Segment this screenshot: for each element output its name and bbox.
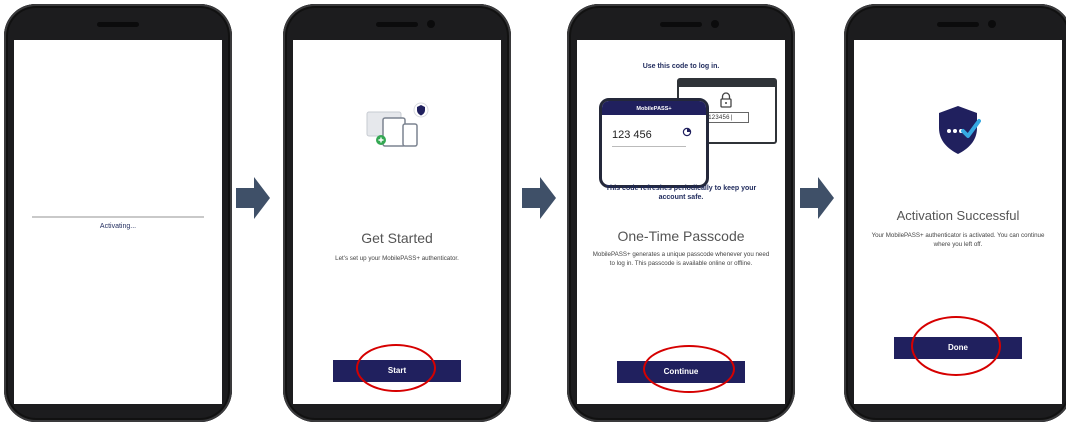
divider xyxy=(612,146,686,147)
screen-passcode: Use this code to log in. 123456| MobileP… xyxy=(577,40,785,404)
browser-titlebar xyxy=(679,80,775,87)
passcode-title: One-Time Passcode xyxy=(617,228,745,244)
passcode-description: MobilePASS+ generates a unique passcode … xyxy=(592,251,770,267)
shield-check-icon xyxy=(939,106,981,154)
phone-get-started: Get Started Let's set up your MobilePASS… xyxy=(283,4,511,422)
phone-illustration: MobilePASS+ 123 456 xyxy=(599,98,709,188)
progress-bar xyxy=(32,216,204,218)
browser-code-field: 123456| xyxy=(705,112,749,123)
highlight-circle xyxy=(643,345,735,393)
success-description: Your MobilePASS+ authenticator is activa… xyxy=(871,232,1045,248)
arrow-right-icon xyxy=(236,177,270,219)
highlight-circle xyxy=(356,344,436,392)
passcode-heading: Use this code to log in. xyxy=(642,63,720,70)
phone-success: Activation Successful Your MobilePASS+ a… xyxy=(844,4,1066,422)
lock-icon xyxy=(720,92,732,108)
speaker xyxy=(97,22,139,27)
screen-activating: Activating... xyxy=(14,40,222,404)
get-started-description: Let's set up your MobilePASS+ authentica… xyxy=(335,255,459,262)
screen-success: Activation Successful Your MobilePASS+ a… xyxy=(854,40,1062,404)
speaker xyxy=(376,22,418,27)
screen-get-started: Get Started Let's set up your MobilePASS… xyxy=(293,40,501,404)
success-title: Activation Successful xyxy=(896,208,1020,223)
refresh-note: This code refreshes periodically to keep… xyxy=(605,185,757,201)
camera xyxy=(711,20,719,28)
activating-status: Activating... xyxy=(99,223,137,230)
get-started-title: Get Started xyxy=(361,230,433,246)
camera xyxy=(988,20,996,28)
timer-icon xyxy=(682,127,692,137)
camera xyxy=(427,20,435,28)
speaker xyxy=(660,22,702,27)
phone-passcode: Use this code to log in. 123456| MobileP… xyxy=(567,4,795,422)
arrow-right-icon xyxy=(522,177,556,219)
arrow-right-icon xyxy=(800,177,834,219)
app-header: MobilePASS+ xyxy=(602,101,706,115)
phone-passcode-value: 123 456 xyxy=(612,129,652,141)
highlight-circle xyxy=(911,316,1001,376)
speaker xyxy=(937,22,979,27)
phone-activating: Activating... xyxy=(4,4,232,422)
devices-illustration-icon xyxy=(366,102,429,147)
